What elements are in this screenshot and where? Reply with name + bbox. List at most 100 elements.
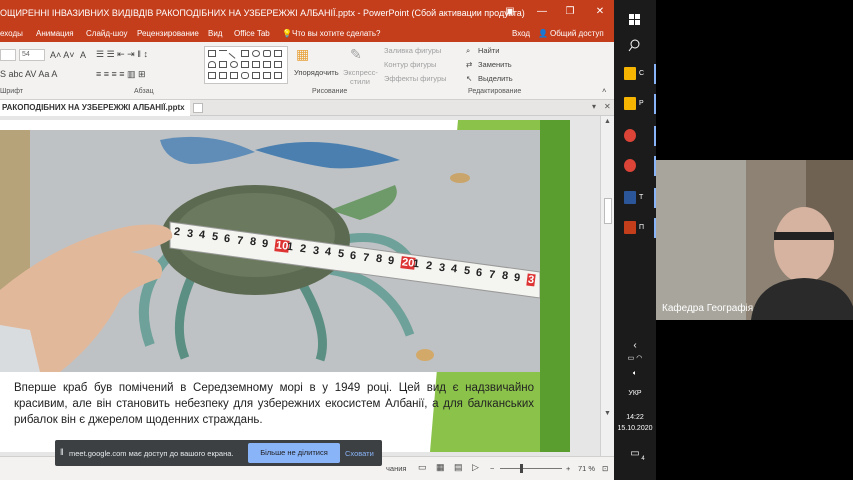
language-indicator[interactable]: УКР <box>614 390 656 397</box>
notes-label[interactable]: чания <box>386 464 406 473</box>
login-link[interactable]: Вход <box>512 29 530 38</box>
taskbar-app-2[interactable] <box>614 124 656 148</box>
windows-start-icon[interactable] <box>614 8 656 32</box>
fit-slide-icon[interactable]: ⊡ <box>602 464 608 473</box>
shape-outline-button: Контур фигуры <box>384 60 437 69</box>
volume-icon[interactable]: 🔈︎ <box>614 370 656 378</box>
battery-icon[interactable]: ▭ ◠ <box>614 354 656 362</box>
document-tab[interactable]: РАКОПОДІБНИХ НА УЗБЕРЕЖЖІ АЛБАНІЇ.pptx <box>0 100 190 116</box>
taskbar-app-4[interactable]: Т <box>614 186 656 210</box>
shape-effects-button: Эффекты фигуры <box>384 74 447 83</box>
tape-number: 3 <box>526 273 536 287</box>
group-paragraph-label: Абзац <box>134 88 154 95</box>
search-icon[interactable] <box>614 34 656 58</box>
quick-styles-label-2: стили <box>350 77 370 86</box>
ribbon-tabs: еходы Анимация Слайд-шоу Рецензирование … <box>0 26 614 42</box>
app-icon <box>624 221 636 234</box>
quick-styles-icon: ✎ <box>350 46 362 62</box>
sorter-view-icon[interactable]: ▦ <box>436 462 445 473</box>
clear-format-icon[interactable]: A <box>80 50 86 60</box>
shapes-gallery[interactable] <box>204 46 288 84</box>
tab-transitions[interactable]: еходы <box>0 29 23 38</box>
align-icons[interactable]: ≡ ≡ ≡ ≡ ▥ ⊞ <box>96 69 146 80</box>
ribbon-display-icon[interactable]: ▣ <box>502 4 518 20</box>
app-icon <box>624 191 636 204</box>
normal-view-icon[interactable]: ▭ <box>418 462 427 473</box>
new-tab-button[interactable] <box>193 103 203 113</box>
zoom-slider-handle[interactable] <box>520 464 523 473</box>
share-button[interactable]: Общий доступ <box>550 29 604 38</box>
select-button[interactable]: Выделить <box>478 74 513 83</box>
slideshow-view-icon[interactable]: ▷ <box>472 462 479 473</box>
close-icon[interactable]: ✕ <box>592 4 608 20</box>
app-label: Т <box>639 194 644 201</box>
tab-view[interactable]: Вид <box>208 29 222 38</box>
tape-number: 8 <box>500 269 509 283</box>
participant-video[interactable]: Кафедра Географія <box>656 160 853 320</box>
maximize-icon[interactable]: ❐ <box>562 4 578 20</box>
zoom-level[interactable]: 71 % <box>578 464 595 473</box>
ribbon: 54 A˄ A˅ A S abc AV Aa A Шрифт ☰ ☰ ⇤ ⇥ ‖… <box>0 42 614 100</box>
reading-view-icon[interactable]: ▤ <box>454 462 463 473</box>
taskbar-app-1[interactable]: Р <box>614 92 656 116</box>
quick-styles-label-1: Экспресс- <box>343 68 378 77</box>
minimize-icon[interactable]: — <box>534 4 550 20</box>
share-message: meet.google.com має доступ до вашого екр… <box>69 449 234 458</box>
running-indicator <box>654 64 656 84</box>
tape-number: 3 <box>185 227 194 241</box>
font-style-icons[interactable]: S abc AV Aa A <box>0 69 57 79</box>
vertical-scrollbar[interactable]: ▲ ▼ <box>600 116 614 456</box>
grow-font-icon[interactable]: A˄ A˅ <box>50 50 75 60</box>
taskbar-app-5[interactable]: П <box>614 216 656 240</box>
search-icon: ⌕ <box>466 46 471 55</box>
running-indicator <box>654 94 656 114</box>
find-button[interactable]: Найти <box>478 46 499 55</box>
collapse-ribbon-icon[interactable]: ˄ <box>602 86 606 95</box>
slide[interactable]: 2 3 4 5 6 7 8 9 10 1 2 3 4 5 6 7 8 9 20 1 2 3 4 5 6 7 8 9 3 Вперше к… <box>0 120 570 452</box>
tab-animation[interactable]: Анимация <box>36 29 74 38</box>
tab-office-tab[interactable]: Office Tab <box>234 29 270 38</box>
list-icons[interactable]: ☰ ☰ ⇤ ⇥ ‖ ↕ <box>96 49 148 60</box>
zoom-slider[interactable] <box>500 468 562 469</box>
screen: ОЩИРЕННІ ІНВАЗИВНИХ ВИДІВДІВ РАКОПОДІБНИ… <box>0 0 853 480</box>
arrange-icon[interactable]: ▦ <box>296 46 309 63</box>
hide-button[interactable]: Сховати <box>345 449 374 458</box>
screen-share-bar: ‖ meet.google.com має доступ до вашого е… <box>55 440 382 466</box>
document-tabs: РАКОПОДІБНИХ НА УЗБЕРЕЖЖІ АЛБАНІЇ.pptx ▾… <box>0 100 614 116</box>
stop-sharing-button[interactable]: Більше не ділитися <box>248 443 340 463</box>
arrange-button[interactable]: Упорядочить <box>294 68 339 77</box>
group-font-label: Шрифт <box>0 88 24 95</box>
replace-icon: ⇄ <box>466 60 473 69</box>
font-size-input[interactable]: 54 <box>19 49 45 61</box>
zoom-in-icon[interactable]: + <box>566 464 570 473</box>
tab-dropdown-icon[interactable]: ▾ <box>592 102 596 111</box>
shape-fill-button: Заливка фигуры <box>384 46 442 55</box>
taskbar: СРТП ‹ ▭ ◠ 🔈︎ УКР 14:22 15.10.2020 ▭ 4 <box>614 0 656 480</box>
group-editing-label: Редактирование <box>468 88 522 95</box>
font-name-input[interactable] <box>0 49 16 61</box>
tape-number: 8 <box>248 235 257 249</box>
tab-review[interactable]: Рецензирование <box>137 29 199 38</box>
clock-time[interactable]: 14:22 <box>614 414 656 421</box>
app-icon <box>624 129 636 142</box>
tab-close-icon[interactable]: ✕ <box>604 102 611 111</box>
zoom-out-icon[interactable]: − <box>490 464 494 473</box>
participant-name: Кафедра Географія <box>662 303 754 314</box>
taskbar-app-0[interactable]: С <box>614 62 656 86</box>
clock-date[interactable]: 15.10.2020 <box>614 425 656 432</box>
replace-button[interactable]: Заменить <box>478 60 512 69</box>
scroll-thumb[interactable] <box>604 198 612 224</box>
pause-icon: ‖ <box>60 447 64 457</box>
title-bar: ОЩИРЕННІ ІНВАЗИВНИХ ВИДІВДІВ РАКОПОДІБНИ… <box>0 0 614 26</box>
tab-slideshow[interactable]: Слайд-шоу <box>86 29 127 38</box>
tape-number: 3 <box>311 244 320 258</box>
group-drawing-label: Рисование <box>312 88 348 95</box>
crab-photo: 2 3 4 5 6 7 8 9 10 1 2 3 4 5 6 7 8 9 20 1 2 3 4 5 6 7 8 9 3 <box>0 130 540 372</box>
show-hidden-icon[interactable]: ‹ <box>614 340 656 351</box>
slide-body-text[interactable]: Вперше краб був помічений в Середземному… <box>14 380 534 428</box>
app-icon <box>624 97 636 110</box>
tell-me-box[interactable]: Что вы хотите сделать? <box>292 29 380 38</box>
slide-dark-green-stripe <box>540 120 570 452</box>
running-indicator <box>654 126 656 146</box>
taskbar-app-3[interactable] <box>614 154 656 178</box>
